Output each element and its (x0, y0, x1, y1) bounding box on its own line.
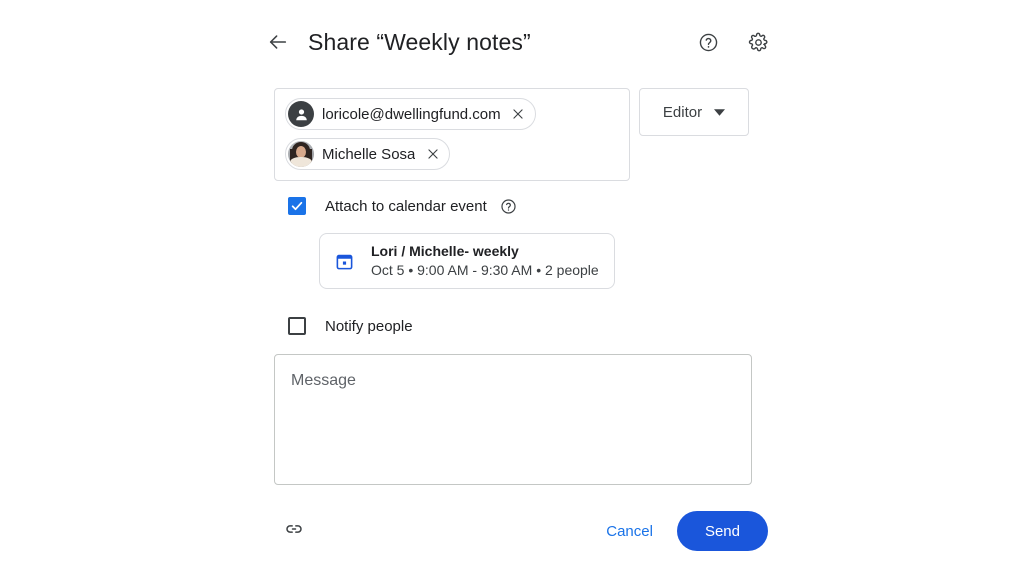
attach-calendar-label: Attach to calendar event (325, 197, 487, 215)
role-dropdown-label: Editor (662, 103, 703, 121)
calendar-event-card[interactable]: Lori / Michelle- weekly Oct 5 • 9:00 AM … (319, 233, 615, 289)
attach-calendar-checkbox[interactable] (288, 197, 306, 215)
chevron-down-icon (714, 103, 726, 121)
help-circle-icon (698, 32, 719, 53)
settings-button[interactable] (738, 22, 778, 62)
calendar-event-subtitle: Oct 5 • 9:00 AM - 9:30 AM • 2 people (371, 262, 599, 278)
share-dialog: Share “Weekly notes” loricole@dwellingfu… (258, 0, 778, 576)
recipient-chip[interactable]: loricole@dwellingfund.com (285, 98, 536, 130)
arrow-left-icon (267, 31, 289, 53)
header-actions (688, 22, 778, 62)
message-textarea[interactable]: Message (274, 354, 752, 485)
recipients-input[interactable]: loricole@dwellingfund.com Michelle Sosa (274, 88, 630, 181)
page-title: Share “Weekly notes” (308, 28, 531, 55)
recipient-chip-label: loricole@dwellingfund.com (322, 105, 501, 123)
dialog-footer: Cancel Send (274, 505, 768, 557)
dialog-header: Share “Weekly notes” (258, 20, 778, 64)
link-icon (284, 519, 304, 544)
notify-people-checkbox[interactable] (288, 317, 306, 335)
role-dropdown[interactable]: Editor (639, 88, 749, 136)
cancel-button[interactable]: Cancel (594, 513, 665, 550)
message-placeholder: Message (291, 372, 356, 389)
photo-avatar (288, 141, 314, 167)
calendar-event-title: Lori / Michelle- weekly (371, 243, 519, 259)
back-button[interactable] (258, 22, 298, 62)
notify-people-label: Notify people (325, 317, 413, 335)
notify-people-row: Notify people (288, 317, 413, 335)
recipient-chip-label: Michelle Sosa (322, 145, 416, 163)
recipient-chip[interactable]: Michelle Sosa (285, 138, 451, 170)
footer-actions: Cancel Send (594, 511, 768, 551)
generic-person-avatar (288, 101, 314, 127)
attach-help-icon[interactable] (500, 197, 518, 215)
copy-link-button[interactable] (274, 511, 314, 551)
close-icon[interactable] (510, 106, 527, 123)
calendar-event-text: Lori / Michelle- weekly Oct 5 • 9:00 AM … (371, 242, 600, 280)
gear-icon (748, 32, 769, 53)
help-button[interactable] (688, 22, 728, 62)
send-button[interactable]: Send (676, 511, 768, 551)
attach-calendar-row: Attach to calendar event (288, 197, 518, 215)
calendar-icon (334, 251, 354, 271)
recipients-row: loricole@dwellingfund.com Michelle Sosa (274, 88, 768, 181)
close-icon[interactable] (424, 146, 441, 163)
